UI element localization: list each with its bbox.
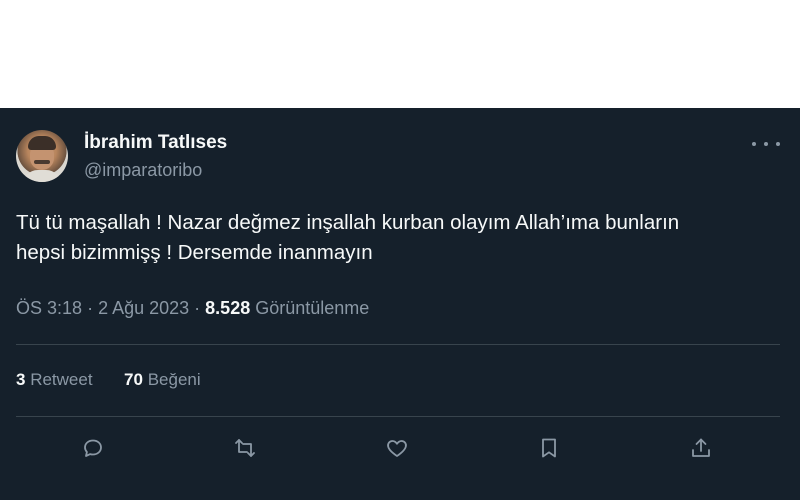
avatar-mustache [34, 160, 50, 164]
divider [16, 416, 780, 417]
views-count: 8.528 [205, 298, 251, 318]
bookmark-icon[interactable] [535, 434, 563, 462]
avatar-hair [28, 136, 56, 150]
engagement-stats: 3 Retweet 70 Beğeni [16, 370, 201, 390]
tweet-text-line-2: hepsi bizimmişş ! Dersemde inanmayın [16, 241, 373, 264]
like-icon[interactable] [383, 434, 411, 462]
tweet-text: Tü tü maşallah ! Nazar değmez inşallah k… [16, 208, 786, 268]
meta-separator: · [87, 298, 99, 318]
tweet-card: İbrahim Tatlıses @imparatoribo Tü tü maş… [0, 108, 800, 500]
retweet-icon[interactable] [231, 434, 259, 462]
action-bar [0, 428, 800, 468]
divider [16, 344, 780, 345]
author-handle[interactable]: @imparatoribo [84, 160, 202, 181]
tweet-time[interactable]: ÖS 3:18 [16, 298, 82, 318]
like-count: 70 [124, 370, 143, 389]
share-icon[interactable] [687, 434, 715, 462]
like-label: Beğeni [147, 370, 201, 389]
avatar[interactable] [16, 130, 68, 182]
tweet-meta: ÖS 3:18 · 2 Ağu 2023 · 8.528 Görüntülenm… [16, 298, 369, 319]
tweet-text-line-1: Tü tü maşallah ! Nazar değmez inşallah k… [16, 211, 680, 234]
top-white-area [0, 0, 800, 108]
likes-stat[interactable]: 70 Beğeni [124, 370, 201, 389]
retweet-label: Retweet [30, 370, 93, 389]
tweet-date[interactable]: 2 Ağu 2023 [98, 298, 189, 318]
author-name[interactable]: İbrahim Tatlıses [84, 132, 227, 154]
views-label: Görüntülenme [255, 298, 370, 318]
retweets-stat[interactable]: 3 Retweet [16, 370, 97, 389]
reply-icon[interactable] [79, 434, 107, 462]
avatar-shirt [22, 170, 62, 182]
more-icon[interactable] [752, 134, 780, 154]
meta-separator: · [194, 298, 206, 318]
retweet-count: 3 [16, 370, 26, 389]
